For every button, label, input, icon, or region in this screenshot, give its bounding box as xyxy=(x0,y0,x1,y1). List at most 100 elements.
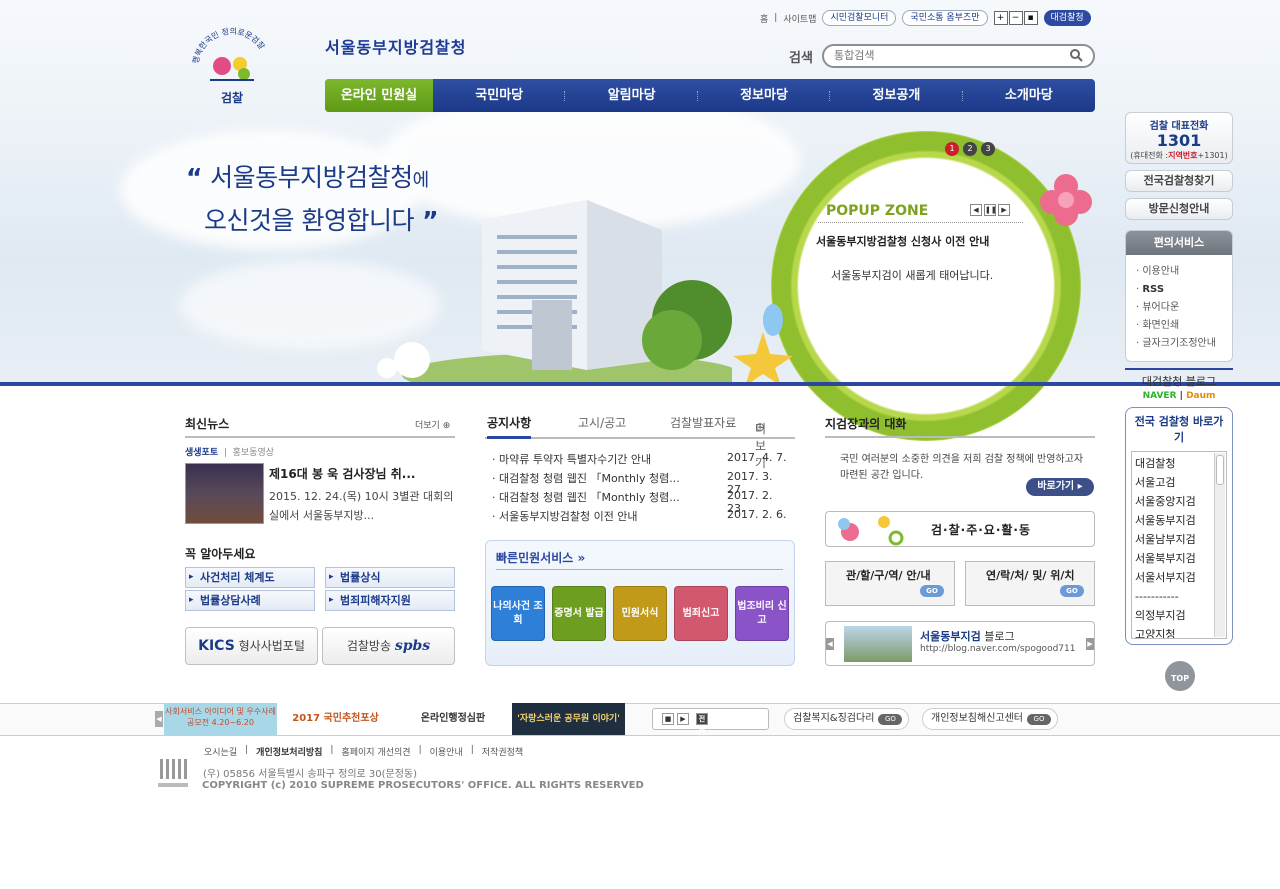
popup-pause-icon[interactable]: ❚❚ xyxy=(984,204,997,216)
blog-prev-icon[interactable]: ◀ xyxy=(826,638,834,650)
banner-prev-icon[interactable]: ◀ xyxy=(155,711,163,727)
directory-item[interactable]: 대검찰청 xyxy=(1135,454,1212,473)
tab-notice[interactable]: 공지사항 xyxy=(487,414,532,439)
footer-link-privacy[interactable]: 개인정보처리방침 xyxy=(256,745,322,758)
sitemap-link[interactable]: 사이트맵 xyxy=(783,12,816,25)
banner-stop-icon[interactable]: ■ xyxy=(662,713,674,725)
agency-title[interactable]: 서울동부지방검찰청 xyxy=(325,34,466,58)
scrollbar-thumb[interactable] xyxy=(1216,455,1224,485)
jurisdiction-button[interactable]: 관/할/구/역/ 안/내 GO xyxy=(825,561,955,606)
directory-listbox[interactable]: 대검찰청 서울고검 서울중앙지검 서울동부지검 서울남부지검 서울북부지검 서울… xyxy=(1131,451,1227,639)
certificate-button[interactable]: 증명서 발급 xyxy=(552,586,606,641)
minister-go-button[interactable]: 바로가기 ▸ xyxy=(1026,478,1094,496)
tab-announce[interactable]: 고시/공고 xyxy=(578,414,626,431)
legal-counsel-link[interactable]: 법률상담사례 xyxy=(185,590,315,611)
list-item[interactable]: · 서울동부지방검찰청 이전 안내 2017. 2. 6. xyxy=(492,508,792,527)
nav-about[interactable]: 소개마당 xyxy=(963,79,1095,112)
conv-item-guide[interactable]: · 이용안내 xyxy=(1136,263,1222,281)
directory-item[interactable]: 서울서부지검 xyxy=(1135,568,1212,587)
directory-scrollbar[interactable] xyxy=(1214,453,1225,637)
banner-view-all-button[interactable]: 전체보기 xyxy=(696,713,708,753)
spbs-button[interactable]: 검찰방송 spbs xyxy=(322,627,455,665)
victim-support-link[interactable]: 범죄피해자지원 xyxy=(325,590,455,611)
search-input[interactable] xyxy=(822,44,1095,68)
directory-item[interactable]: 서울북부지검 xyxy=(1135,549,1212,568)
civil-forms-button[interactable]: 민원서식 xyxy=(613,586,667,641)
banner-national-award[interactable]: 2017 국민추천포상 xyxy=(277,703,394,735)
conv-item-fontsize[interactable]: · 글자크기조정안내 xyxy=(1136,335,1222,353)
convenience-service: 편의서비스 · 이용안내 · RSS · 뷰어다운 · 화면인쇄 · 글자크기조… xyxy=(1125,230,1233,362)
footer-link-guide[interactable]: 이용안내 xyxy=(430,745,463,758)
popup-headline[interactable]: 서울동부지방검찰청 신청사 이전 안내 xyxy=(816,233,989,249)
banner-online-tribunal[interactable]: 온라인행정심판 xyxy=(394,703,512,735)
call-center-box: 검찰 대표전화 1301 (휴대전화 :지역번호+1301) xyxy=(1125,112,1233,164)
directory-item[interactable]: 서울중앙지검 xyxy=(1135,492,1212,511)
monitor-link[interactable]: 시민검찰모니터 xyxy=(822,10,897,26)
law-knowledge-link[interactable]: 법률상식 xyxy=(325,567,455,588)
list-item[interactable]: · 대검찰청 청렴 웹진 「Monthly 청렴... 2017. 2. 23. xyxy=(492,489,792,515)
conv-item-rss[interactable]: · RSS xyxy=(1136,281,1222,299)
zoom-reset-button[interactable]: ▪ xyxy=(1023,11,1038,25)
district-blog-banner[interactable]: ◀ 서울동부지검 블로그 http://blog.naver.com/spogo… xyxy=(825,621,1095,666)
logo-arc-text: 행복한국민 정의로운검찰 xyxy=(190,26,267,65)
news-headline[interactable]: 제16대 봉 욱 검사장님 취... xyxy=(269,465,415,482)
tab-photo[interactable]: 생생포토 xyxy=(185,448,218,458)
daum-link[interactable]: Daum xyxy=(1186,391,1215,401)
news-more-link[interactable]: 더보기 ⊕ xyxy=(415,418,450,431)
news-summary[interactable]: 2015. 12. 24.(목) 10시 3별관 대회의실에서 서울동부지방..… xyxy=(269,487,459,525)
tab-video[interactable]: 홍보동영상 xyxy=(233,448,274,458)
privacy-center-button[interactable]: 개인정보침해신고센터 GO xyxy=(922,708,1058,730)
nav-notice[interactable]: 알림마당 xyxy=(565,79,698,112)
ombudsman-link[interactable]: 국민소통 옴부즈만 xyxy=(902,10,988,26)
popup-prev-icon[interactable]: ◀ xyxy=(970,204,982,216)
tab-press[interactable]: 검찰발표자료 xyxy=(670,414,736,431)
corruption-report-button[interactable]: 법조비리 신고 xyxy=(735,586,789,641)
flower-decoration xyxy=(1040,174,1092,226)
crime-report-button[interactable]: 범죄신고 xyxy=(674,586,728,641)
case-process-link[interactable]: 사건처리 체계도 xyxy=(185,567,315,588)
visit-guide-button[interactable]: 방문신청안내 xyxy=(1125,198,1233,220)
directory-item[interactable]: 서울고검 xyxy=(1135,473,1212,492)
directory-item[interactable]: 고양지청 xyxy=(1135,625,1212,638)
nav-info[interactable]: 정보마당 xyxy=(698,79,831,112)
banner-social-service[interactable]: 사회서비스 아이디어 및 우수사례 공모전 4.20~6.20 xyxy=(164,703,277,735)
news-thumbnail[interactable] xyxy=(185,463,264,524)
directory-item[interactable]: 서울남부지검 xyxy=(1135,530,1212,549)
footer-link-directions[interactable]: 오시는길 xyxy=(204,745,237,758)
nav-online-civil[interactable]: 온라인 민원실 xyxy=(325,79,433,112)
nav-citizen[interactable]: 국민마당 xyxy=(433,79,566,112)
contact-location-button[interactable]: 연/락/처/ 및/ 위/치 GO xyxy=(965,561,1095,606)
case-lookup-button[interactable]: 나의사건 조회 xyxy=(491,586,545,641)
popup-page-3[interactable]: 3 xyxy=(981,142,995,156)
directory-item[interactable]: 의정부지검 xyxy=(1135,606,1212,625)
zoom-out-button[interactable]: − xyxy=(1008,11,1023,25)
find-office-button[interactable]: 전국검찰청찾기 xyxy=(1125,170,1233,192)
activity-banner[interactable]: 검·찰·주·요·활·동 xyxy=(825,511,1095,547)
banner-play-icon[interactable]: ▶ xyxy=(677,713,689,725)
directory-item[interactable]: 서울동부지검 xyxy=(1135,511,1212,530)
conv-item-viewer[interactable]: · 뷰어다운 xyxy=(1136,299,1222,317)
supreme-office-link[interactable]: 대검찰청 xyxy=(1043,10,1091,26)
home-link[interactable]: 홈 xyxy=(760,12,768,25)
kics-portal-button[interactable]: KICS 형사사법포털 xyxy=(185,627,318,665)
list-item[interactable]: · 대검찰청 청렴 웹진 「Monthly 청렴... 2017. 3. 27. xyxy=(492,470,792,496)
conv-item-rss-label: RSS xyxy=(1142,284,1165,295)
popup-page-1[interactable]: 1 xyxy=(945,142,959,156)
list-item[interactable]: · 마약류 투약자 특별자수기간 안내 2017. 4. 7. xyxy=(492,451,792,470)
blog-next-icon[interactable]: ▶ xyxy=(1086,638,1094,650)
search-icon[interactable] xyxy=(1069,48,1083,62)
prosecution-logo[interactable]: 행복한국민 정의로운검찰 검찰 xyxy=(186,22,278,114)
popup-next-icon[interactable]: ▶ xyxy=(998,204,1010,216)
banner-proud-official[interactable]: '자랑스러운 공무원 이야기' xyxy=(512,703,625,735)
footer-link-feedback[interactable]: 홈페이지 개선의견 xyxy=(341,745,410,758)
footer-link-copyright[interactable]: 저작권정책 xyxy=(482,745,523,758)
popup-body-text[interactable]: 서울동부지검이 새롭게 태어납니다. xyxy=(831,267,993,283)
welfare-button[interactable]: 검찰복지&징검다리 GO xyxy=(784,708,910,730)
popup-page-2[interactable]: 2 xyxy=(963,142,977,156)
scroll-top-button[interactable]: TOP xyxy=(1165,661,1195,691)
conv-item-print[interactable]: · 화면인쇄 xyxy=(1136,317,1222,335)
naver-link[interactable]: NAVER xyxy=(1143,391,1177,401)
nav-disclosure[interactable]: 정보공개 xyxy=(830,79,963,112)
zoom-in-button[interactable]: + xyxy=(993,11,1008,25)
minister-go-label: 바로가기 xyxy=(1037,481,1075,492)
